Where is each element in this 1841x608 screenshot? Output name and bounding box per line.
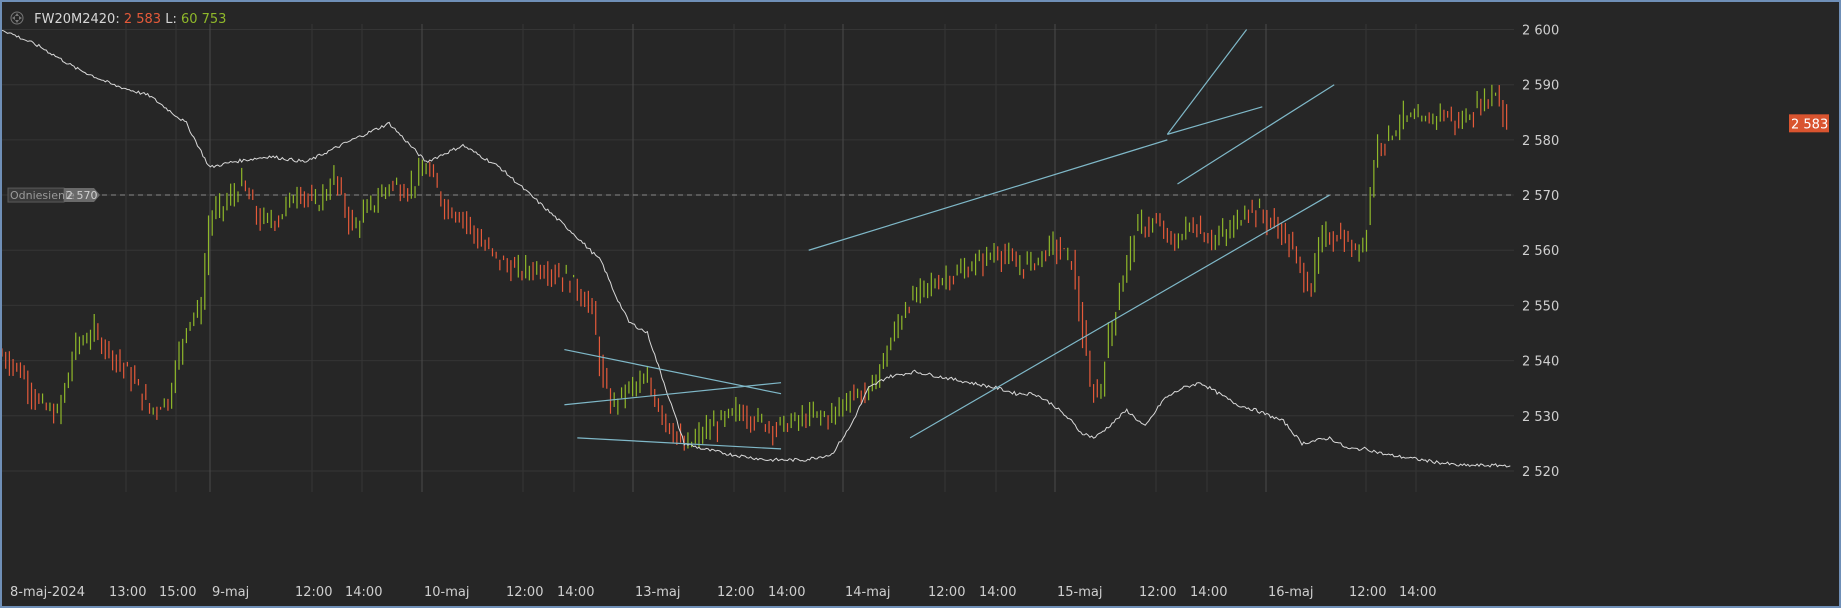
reference-value: 2 570 bbox=[66, 189, 98, 202]
x-tick-label: 14:00 bbox=[345, 585, 382, 600]
y-tick-label: 2 520 bbox=[1522, 465, 1559, 480]
reference-tag: Odniesienie 2 570 bbox=[7, 187, 100, 203]
x-tick-label: 14:00 bbox=[1190, 585, 1227, 600]
y-tick-label: 2 530 bbox=[1522, 410, 1559, 425]
chart-header: FW20M2420: 2 583 L: 60 753 bbox=[10, 11, 226, 27]
x-tick-label: 14-maj bbox=[845, 585, 890, 600]
y-tick-label: 2 540 bbox=[1522, 355, 1559, 370]
move-icon[interactable] bbox=[10, 11, 24, 25]
y-tick-label: 2 590 bbox=[1522, 79, 1559, 94]
y-tick-label: 2 570 bbox=[1522, 189, 1559, 204]
trendline[interactable] bbox=[1177, 84, 1335, 185]
x-tick-label: 14:00 bbox=[557, 585, 594, 600]
x-tick-label: 9-maj bbox=[212, 585, 249, 600]
x-tick-label: 8-maj-2024 bbox=[10, 585, 85, 600]
x-tick-label: 10-maj bbox=[424, 585, 469, 600]
x-tick-label: 12:00 bbox=[1349, 585, 1386, 600]
y-tick-label: 2 550 bbox=[1522, 299, 1559, 314]
x-tick-label: 12:00 bbox=[295, 585, 332, 600]
trendline[interactable] bbox=[564, 348, 782, 395]
x-tick-label: 14:00 bbox=[1399, 585, 1436, 600]
x-tick-label: 12:00 bbox=[506, 585, 543, 600]
x-tick-label: 13:00 bbox=[109, 585, 146, 600]
x-tick-label: 14:00 bbox=[979, 585, 1016, 600]
x-tick-label: 12:00 bbox=[1139, 585, 1176, 600]
volume-label: L: bbox=[165, 12, 177, 27]
last-price: 2 583 bbox=[123, 12, 162, 27]
x-tick-label: 15-maj bbox=[1057, 585, 1102, 600]
price-axis: 2 600 2 590 2 580 2 570 2 560 2 550 2 540 2 530… bbox=[1522, 24, 1559, 480]
session-separators bbox=[209, 24, 1267, 492]
trendline[interactable] bbox=[1167, 106, 1263, 135]
comparison-line bbox=[2, 29, 1511, 468]
last-price-tag: 2 583 bbox=[1789, 114, 1829, 133]
x-tick-label: 15:00 bbox=[159, 585, 196, 600]
volume-value: 60 753 bbox=[180, 12, 227, 27]
x-tick-label: 12:00 bbox=[928, 585, 965, 600]
x-tick-label: 14:00 bbox=[768, 585, 805, 600]
chart-canvas[interactable]: 2 600 2 590 2 580 2 570 2 560 2 550 2 540 2 530… bbox=[2, 2, 1839, 606]
svg-text:2 583: 2 583 bbox=[1791, 117, 1828, 132]
chart-window: 2 600 2 590 2 580 2 570 2 560 2 550 2 540 2 530… bbox=[0, 0, 1841, 608]
trendline[interactable] bbox=[577, 437, 782, 450]
y-tick-label: 2 560 bbox=[1522, 244, 1559, 259]
symbol-name: FW20M2420 bbox=[34, 12, 116, 27]
x-tick-label: 13-maj bbox=[635, 585, 680, 600]
x-tick-label: 16-maj bbox=[1268, 585, 1313, 600]
time-axis: 8-maj-2024 13:00 15:00 9-maj 12:00 14:00 10-ma… bbox=[10, 585, 1436, 600]
trendline[interactable] bbox=[564, 382, 782, 406]
trendline[interactable] bbox=[909, 194, 1330, 439]
x-tick-label: 12:00 bbox=[717, 585, 754, 600]
y-tick-label: 2 600 bbox=[1522, 24, 1559, 39]
y-tick-label: 2 580 bbox=[1522, 134, 1559, 149]
